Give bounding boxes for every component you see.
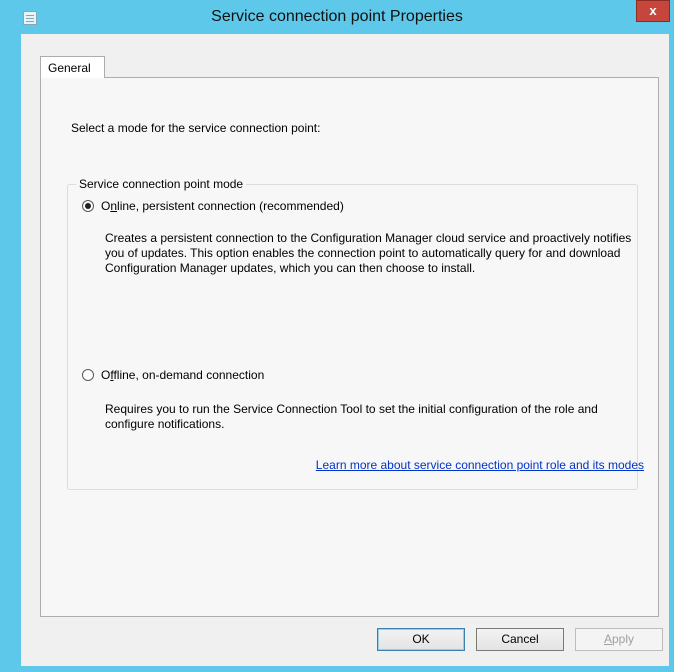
radio-offline-indicator[interactable] [82,369,94,381]
dialog-window: Service connection point Properties x Ge… [0,0,674,672]
apply-button[interactable]: Apply [575,628,663,651]
window-title: Service connection point Properties [211,8,463,25]
ok-button[interactable]: OK [377,628,465,651]
offline-description: Requires you to run the Service Connecti… [105,402,598,431]
title-bar[interactable]: Service connection point Properties x [0,0,674,34]
radio-offline[interactable]: Offline, on-demand connection [82,368,264,382]
close-button[interactable]: x [636,0,670,22]
online-description: Creates a persistent connection to the C… [105,231,632,275]
mode-groupbox-title: Service connection point mode [76,177,247,191]
mode-prompt: Select a mode for the service connection… [71,121,321,135]
radio-online[interactable]: Online, persistent connection (recommend… [82,199,344,213]
mode-groupbox [67,184,638,490]
tab-panel-general: Select a mode for the service connection… [40,77,659,617]
radio-offline-label[interactable]: Offline, on-demand connection [101,368,264,382]
learn-more-link[interactable]: Learn more about service connection poin… [316,458,644,472]
radio-online-indicator[interactable] [82,200,94,212]
tab-general[interactable]: General [40,56,105,78]
radio-online-label[interactable]: Online, persistent connection (recommend… [101,199,344,213]
dialog-client-area: General Select a mode for the service co… [21,34,669,666]
cancel-button[interactable]: Cancel [476,628,564,651]
